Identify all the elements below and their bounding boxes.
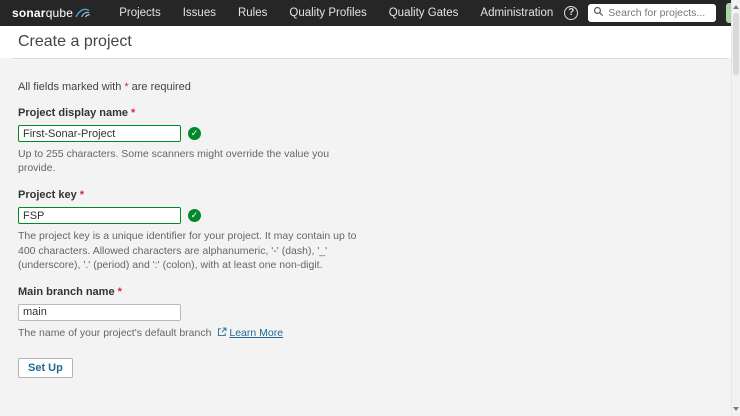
main-navigation: Projects Issues Rules Quality Profiles Q… [108,7,564,19]
search-input[interactable] [608,7,712,19]
main-branch-name-label: Main branch name * [18,286,722,298]
nav-item-projects[interactable]: Projects [108,7,172,19]
header-divider [13,58,727,59]
page-header: Create a project [0,26,740,58]
setup-button[interactable]: Set Up [18,358,73,379]
navbar-right: ? A [564,3,740,23]
external-link-icon [214,327,229,339]
mandatory-asterisk: * [79,189,84,202]
nav-item-rules[interactable]: Rules [227,7,278,19]
field-project-display-name: Project display name* ✓ Up to 255 charac… [18,107,722,175]
field-main-branch-name: Main branch name* The name of your proje… [18,286,722,340]
nav-item-administration[interactable]: Administration [469,7,564,19]
main-branch-name-input[interactable] [18,303,181,321]
nav-item-quality-gates[interactable]: Quality Gates [378,7,470,19]
field-project-key: Project key* ✓ The project key is a uniq… [18,189,722,272]
mandatory-asterisk: * [117,285,122,298]
help-icon[interactable]: ? [564,6,579,20]
create-project-form: All fields marked with * are required Proj… [0,81,740,379]
project-key-label: Project key * [18,189,722,201]
global-search[interactable] [588,4,717,22]
main-branch-help-text: The name of your project's default branc… [18,326,212,339]
vertical-scrollbar[interactable] [731,0,740,416]
top-navbar: sonar qube Projects Issues Rules Quality … [0,0,740,26]
search-icon [593,6,604,20]
required-note-suffix: are required [131,81,191,93]
nav-item-issues[interactable]: Issues [172,7,227,19]
sonarqube-logo[interactable]: sonar qube [12,6,91,21]
project-key-label-text: Project key [18,189,77,202]
required-fields-note: All fields marked with * are required [18,81,722,93]
main-branch-name-label-text: Main branch name [18,285,115,298]
scrollbar-thumb[interactable] [733,13,739,75]
valid-check-icon: ✓ [188,127,201,140]
learn-more-link[interactable]: Learn More [214,327,283,339]
scroll-up-arrow[interactable] [733,5,739,9]
mandatory-asterisk: * [131,107,136,119]
valid-check-icon: ✓ [188,209,201,223]
page-body: Create a project All fields marked with *… [0,0,740,416]
project-key-input[interactable] [18,207,181,225]
project-display-name-input[interactable] [18,125,181,142]
learn-more-label: Learn More [229,326,284,339]
page-title: Create a project [18,33,132,50]
logo-wave-icon [73,6,91,21]
nav-item-quality-profiles[interactable]: Quality Profiles [278,7,377,19]
project-display-name-label-text: Project display name [18,107,129,119]
main-branch-name-help: The name of your project's default branc… [18,326,366,340]
logo-text-sonar: sonar [12,6,46,20]
logo-text-qube: qube [45,6,74,20]
project-display-name-label: Project display name * [18,107,722,119]
required-note-prefix: All fields marked with [18,81,122,93]
scroll-down-arrow[interactable] [733,407,739,411]
required-asterisk: * [124,81,129,93]
project-key-help: The project key is a unique identifier f… [18,230,357,271]
project-display-name-help: Up to 255 characters. Some scanners migh… [18,148,330,175]
